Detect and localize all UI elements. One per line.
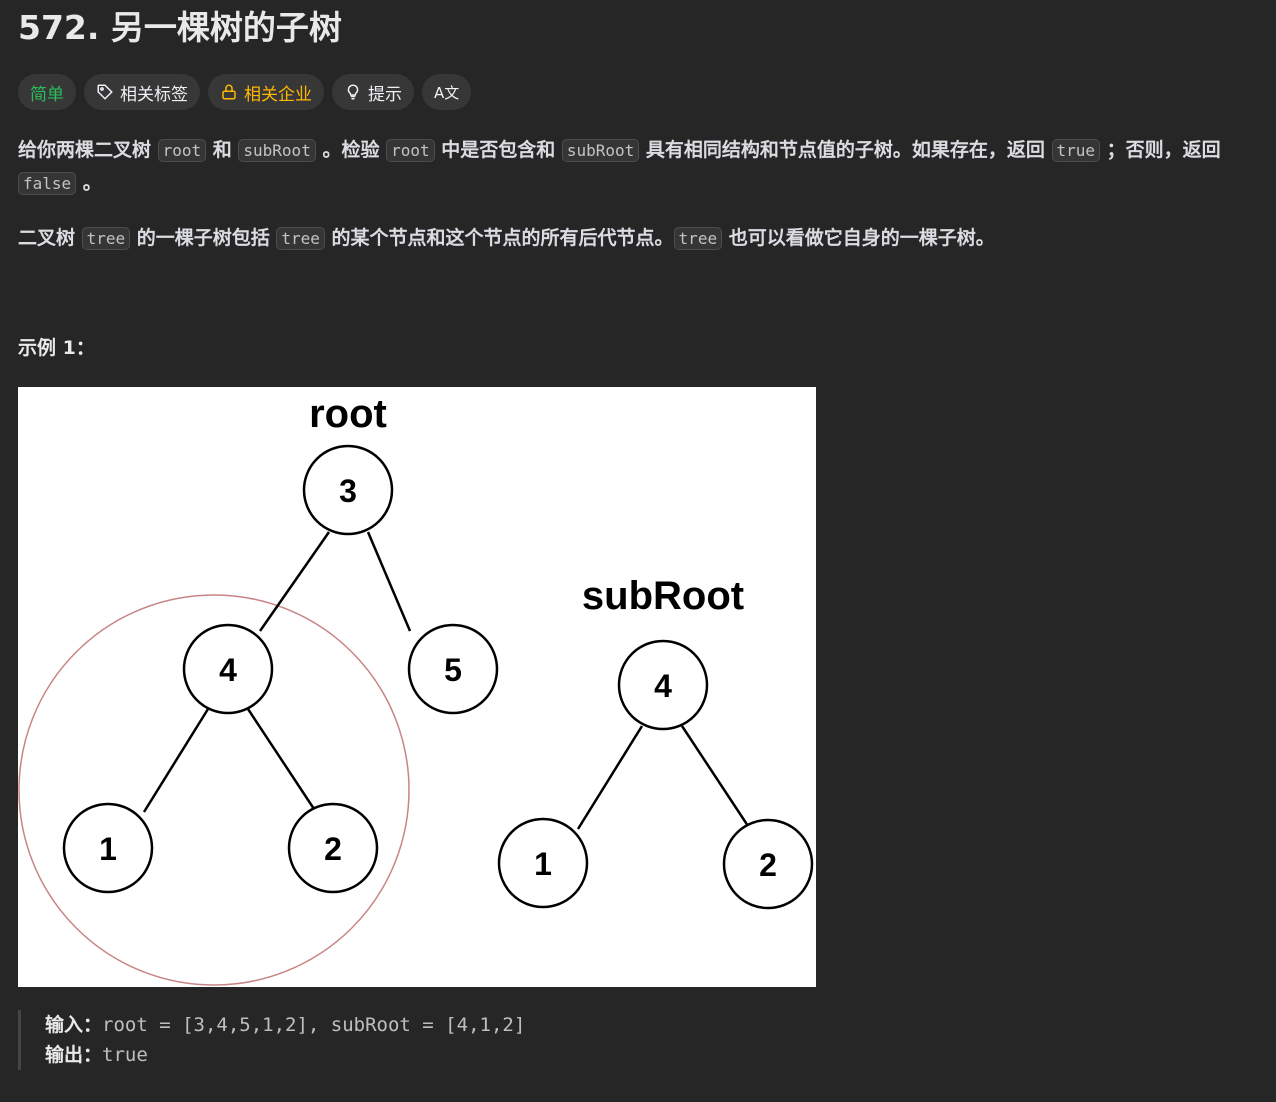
inline-code: tree: [81, 227, 131, 250]
tree-node: 4: [617, 639, 709, 731]
description-paragraph-2: 二叉树 tree 的一棵子树包括 tree 的某个节点和这个节点的所有后代节点。…: [18, 227, 995, 250]
related-companies-label: 相关企业: [244, 84, 312, 105]
translate-icon: A文: [434, 83, 460, 102]
inline-code: tree: [276, 227, 325, 250]
svg-text:2: 2: [324, 831, 342, 867]
inline-code: true: [1051, 139, 1101, 162]
hint-button[interactable]: 提示: [332, 74, 414, 110]
svg-text:4: 4: [654, 668, 672, 704]
tree-diagram: root subRoot 3 4 5 1 2 4 1 2: [18, 392, 814, 986]
output-value: true: [102, 1044, 148, 1066]
tag-icon: [97, 84, 113, 100]
svg-text:2: 2: [759, 847, 777, 883]
tree-node: 1: [497, 817, 589, 909]
tree-node: 2: [287, 802, 379, 894]
inline-code: root: [386, 139, 435, 162]
tree-node: 3: [302, 444, 394, 536]
output-label: 输出：: [45, 1044, 103, 1066]
problem-title: 572. 另一棵树的子树: [18, 8, 342, 47]
svg-text:1: 1: [99, 831, 117, 867]
example-output: 输出：true: [45, 1040, 525, 1070]
lock-icon: [222, 84, 236, 100]
difficulty-badge[interactable]: 简单: [18, 74, 76, 110]
problem-panel: 572. 另一棵树的子树 简单 相关标签 相关企业 提示 A文 给你两棵二叉树 …: [18, 0, 1258, 1070]
input-value: root = [3,4,5,1,2], subRoot = [4,1,2]: [102, 1014, 526, 1036]
tag-bar: 简单 相关标签 相关企业 提示 A文: [18, 74, 1258, 110]
subroot-tree-edges: [576, 725, 752, 830]
example-io: 输入：root = [3,4,5,1,2], subRoot = [4,1,2]…: [18, 1010, 525, 1070]
translate-button[interactable]: A文: [422, 74, 472, 110]
svg-text:5: 5: [444, 652, 462, 688]
hint-label: 提示: [368, 84, 402, 105]
tree-node: 1: [62, 802, 154, 894]
related-tags-button[interactable]: 相关标签: [84, 74, 200, 110]
related-companies-button[interactable]: 相关企业: [208, 74, 324, 110]
lightbulb-icon: [347, 84, 359, 100]
subroot-label: subRoot: [582, 574, 744, 618]
description-paragraph-1: 给你两棵二叉树 root 和 subRoot 。检验 root 中是否包含和 s…: [18, 139, 1221, 195]
root-label: root: [309, 392, 387, 436]
inline-code: root: [157, 139, 207, 162]
related-tags-label: 相关标签: [120, 84, 188, 105]
input-label: 输入：: [45, 1014, 103, 1036]
svg-text:3: 3: [339, 473, 357, 509]
tree-node: 2: [722, 818, 814, 910]
example-input: 输入：root = [3,4,5,1,2], subRoot = [4,1,2]: [45, 1010, 525, 1040]
example-title: 示例 1：: [18, 337, 95, 359]
tree-node: 5: [407, 623, 499, 715]
inline-code: tree: [673, 227, 723, 250]
svg-text:4: 4: [219, 652, 237, 688]
svg-text:1: 1: [534, 846, 552, 882]
inline-code: subRoot: [238, 139, 316, 162]
example-figure: root subRoot 3 4 5 1 2 4 1 2: [18, 387, 816, 987]
inline-code: subRoot: [561, 139, 640, 162]
inline-code: false: [18, 172, 77, 195]
tree-node: 4: [182, 623, 274, 715]
problem-description: 给你两棵二叉树 root 和 subRoot 。检验 root 中是否包含和 s…: [18, 134, 1258, 255]
